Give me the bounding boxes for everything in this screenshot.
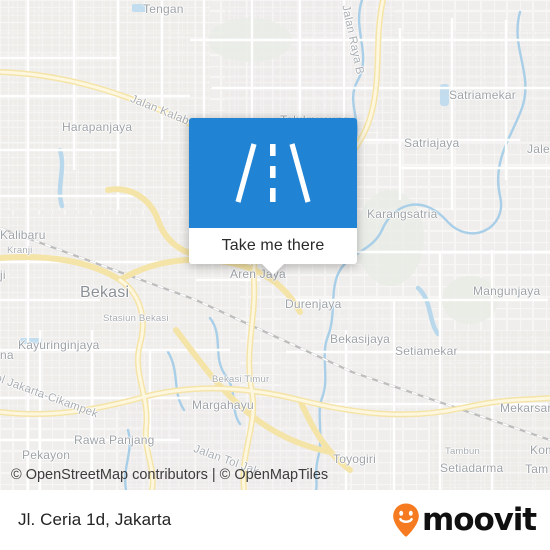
moovit-logo: moovit (391, 501, 537, 538)
road-icon (235, 143, 311, 203)
map-canvas[interactable]: Tengan Jalan Raya B Satriamekar Harapanjaya… (0, 0, 550, 490)
take-me-there-label: Take me there (221, 237, 325, 254)
location-title: Jl. Ceria 1d, Jakarta (18, 510, 172, 529)
take-me-there-callout[interactable]: Take me there (189, 118, 357, 275)
moovit-smiley-pin-icon (393, 503, 419, 537)
map-screenshot: Tengan Jalan Raya B Satriamekar Harapanjaya… (0, 0, 550, 550)
footer-bar: Jl. Ceria 1d, Jakarta moovit (0, 490, 550, 550)
callout-action-bar[interactable]: Take me there (189, 228, 357, 264)
map-attribution: © OpenStreetMap contributors | © OpenMap… (11, 467, 329, 483)
callout-pointer-tail (262, 264, 284, 275)
moovit-wordmark: moovit (422, 501, 537, 538)
callout-icon-panel (189, 118, 357, 228)
